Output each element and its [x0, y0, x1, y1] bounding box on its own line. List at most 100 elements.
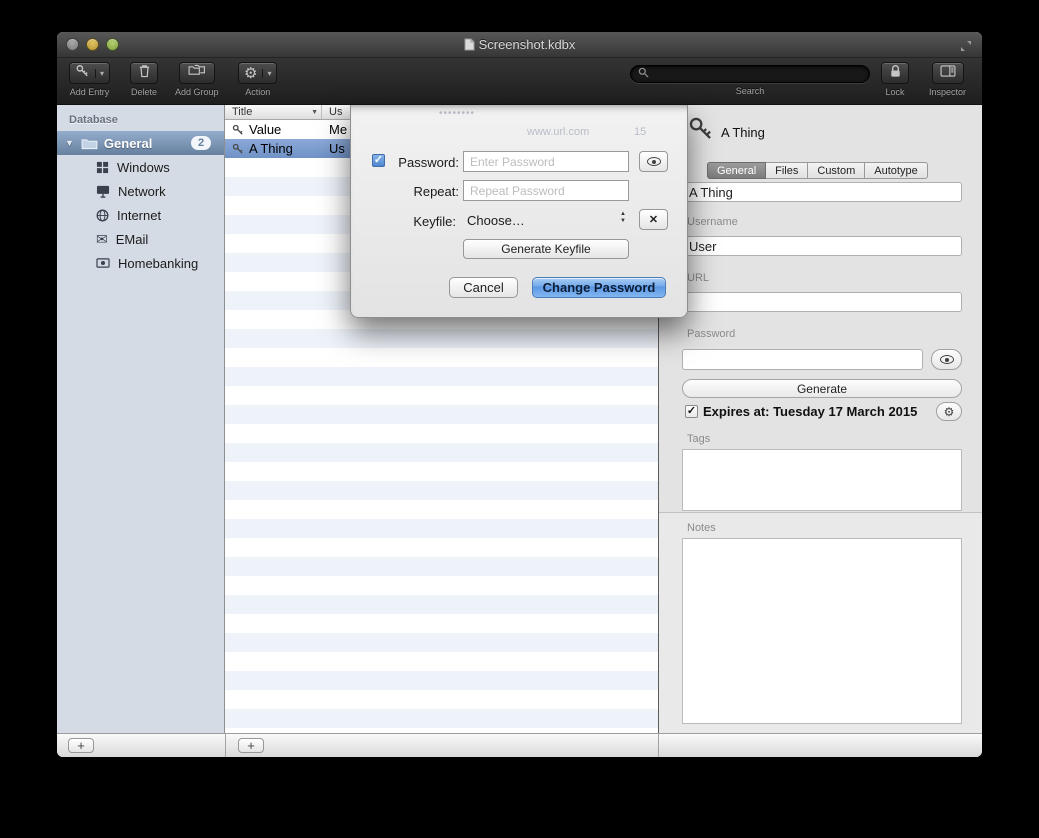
keyfile-label: Keyfile: — [381, 214, 456, 229]
lock-button[interactable]: Lock — [881, 62, 909, 97]
sidebar: Database ▼ General 2 Windows Network Int… — [57, 105, 225, 733]
repeat-input[interactable] — [463, 180, 629, 201]
inspector-label: Inspector — [929, 87, 966, 97]
expires-settings-button[interactable]: ⚙ — [936, 402, 962, 421]
sidebar-item-email[interactable]: ✉ EMail — [57, 227, 224, 251]
notes-label: Notes — [687, 522, 716, 534]
expires-label: Expires at: Tuesday 17 March 2015 — [703, 404, 917, 419]
inspector-panel-icon — [940, 64, 956, 82]
footer-divider — [658, 734, 659, 757]
footer-bar: + + — [57, 733, 982, 757]
tags-label: Tags — [687, 433, 710, 445]
expires-checkbox[interactable]: ✓ — [685, 405, 698, 418]
inspector-button[interactable]: Inspector — [929, 62, 966, 97]
tab-files[interactable]: Files — [766, 162, 808, 179]
sidebar-item-internet[interactable]: Internet — [57, 203, 224, 227]
desktop: { "colors": { "titlebar_top": "#585858",… — [0, 0, 1039, 838]
bleedthrough-url: www.url.com — [527, 126, 589, 138]
windows-icon — [96, 161, 109, 174]
search-input[interactable] — [649, 67, 862, 81]
search-area: Search — [630, 65, 870, 96]
lock-label: Lock — [885, 87, 904, 97]
column-header-title[interactable]: Title ▼ — [225, 105, 322, 119]
tags-input[interactable] — [682, 449, 962, 511]
entry-title: A Thing — [249, 141, 319, 156]
banknote-icon — [96, 257, 110, 269]
search-label: Search — [736, 86, 765, 96]
url-label: URL — [687, 272, 709, 284]
stepper-icon[interactable]: ▲▼ — [620, 211, 626, 225]
generate-keyfile-button[interactable]: Generate Keyfile — [463, 239, 629, 259]
add-entry-button[interactable]: ▾ Add Entry — [69, 62, 110, 97]
sidebar-section-header: Database — [57, 105, 224, 131]
add-entry-footer-button[interactable]: + — [238, 738, 264, 753]
chevron-down-icon[interactable]: ▾ — [262, 69, 271, 78]
inspector-tabs: General Files Custom Autotype — [707, 162, 928, 179]
envelope-icon: ✉ — [96, 232, 108, 246]
add-group-label: Add Group — [175, 87, 219, 97]
inspector-panel: A Thing General Files Custom Autotype Us… — [658, 105, 982, 733]
add-entry-label: Add Entry — [70, 87, 110, 97]
sidebar-item-network[interactable]: Network — [57, 179, 224, 203]
window-title: Screenshot.kdbx — [57, 37, 982, 52]
sidebar-group-label: General — [104, 136, 152, 151]
password-label: Password — [687, 328, 735, 340]
sort-indicator-icon: ▼ — [311, 109, 318, 116]
delete-button[interactable]: Delete — [130, 62, 158, 97]
sidebar-item-homebanking[interactable]: Homebanking — [57, 251, 224, 275]
username-field[interactable] — [682, 236, 962, 256]
sidebar-group-general[interactable]: ▼ General 2 — [57, 131, 224, 155]
reveal-password-button[interactable] — [639, 151, 668, 172]
monitor-icon — [96, 185, 110, 198]
folder-plus-icon — [188, 64, 206, 82]
search-field[interactable] — [630, 65, 870, 83]
keyfile-popup[interactable]: Choose… — [467, 213, 525, 228]
delete-label: Delete — [131, 87, 157, 97]
add-group-button[interactable]: Add Group — [175, 62, 219, 97]
group-count-badge: 2 — [191, 136, 211, 150]
chevron-down-icon[interactable]: ▾ — [95, 69, 104, 78]
disclosure-triangle-icon[interactable]: ▼ — [65, 138, 74, 148]
eye-icon — [647, 157, 661, 166]
fullscreen-icon[interactable] — [960, 39, 972, 57]
sidebar-item-label: Homebanking — [118, 256, 198, 271]
bleedthrough-modified: 15 — [634, 126, 646, 138]
title-field[interactable] — [682, 182, 962, 202]
clear-keyfile-button[interactable]: ✕ — [639, 209, 668, 230]
sidebar-item-windows[interactable]: Windows — [57, 155, 224, 179]
sidebar-item-label: Windows — [117, 160, 170, 175]
document-icon — [464, 38, 475, 51]
tab-general[interactable]: General — [707, 162, 766, 179]
folder-icon — [81, 137, 98, 150]
sidebar-item-label: Network — [118, 184, 166, 199]
username-label: Username — [687, 216, 738, 228]
password-label: Password: — [381, 155, 459, 170]
tab-autotype[interactable]: Autotype — [865, 162, 927, 179]
bleedthrough-password-dots: •••••••• — [439, 108, 475, 119]
titlebar[interactable]: Screenshot.kdbx — [57, 32, 982, 58]
entry-username: Us — [329, 141, 345, 156]
key-icon — [688, 116, 714, 147]
inspector-entry-title: A Thing — [721, 125, 765, 140]
close-icon: ✕ — [649, 213, 658, 226]
password-field[interactable] — [682, 349, 923, 370]
url-field[interactable] — [682, 292, 962, 312]
reveal-password-button[interactable] — [931, 349, 962, 370]
change-password-button[interactable]: Change Password — [532, 277, 666, 298]
cancel-button[interactable]: Cancel — [449, 277, 518, 298]
action-button[interactable]: ⚙ ▾ Action — [238, 62, 277, 97]
eye-icon — [940, 355, 954, 364]
gear-icon: ⚙ — [944, 405, 955, 419]
action-label: Action — [245, 87, 270, 97]
lock-icon — [889, 64, 902, 83]
repeat-label: Repeat: — [381, 184, 459, 199]
trash-icon — [138, 64, 151, 83]
key-plus-icon — [75, 64, 90, 83]
tab-custom[interactable]: Custom — [808, 162, 865, 179]
generate-password-button[interactable]: Generate — [682, 379, 962, 398]
notes-input[interactable] — [682, 538, 962, 724]
add-group-footer-button[interactable]: + — [68, 738, 94, 753]
notes-section: Notes — [659, 512, 982, 733]
sidebar-item-label: EMail — [116, 232, 149, 247]
password-input[interactable] — [463, 151, 629, 172]
